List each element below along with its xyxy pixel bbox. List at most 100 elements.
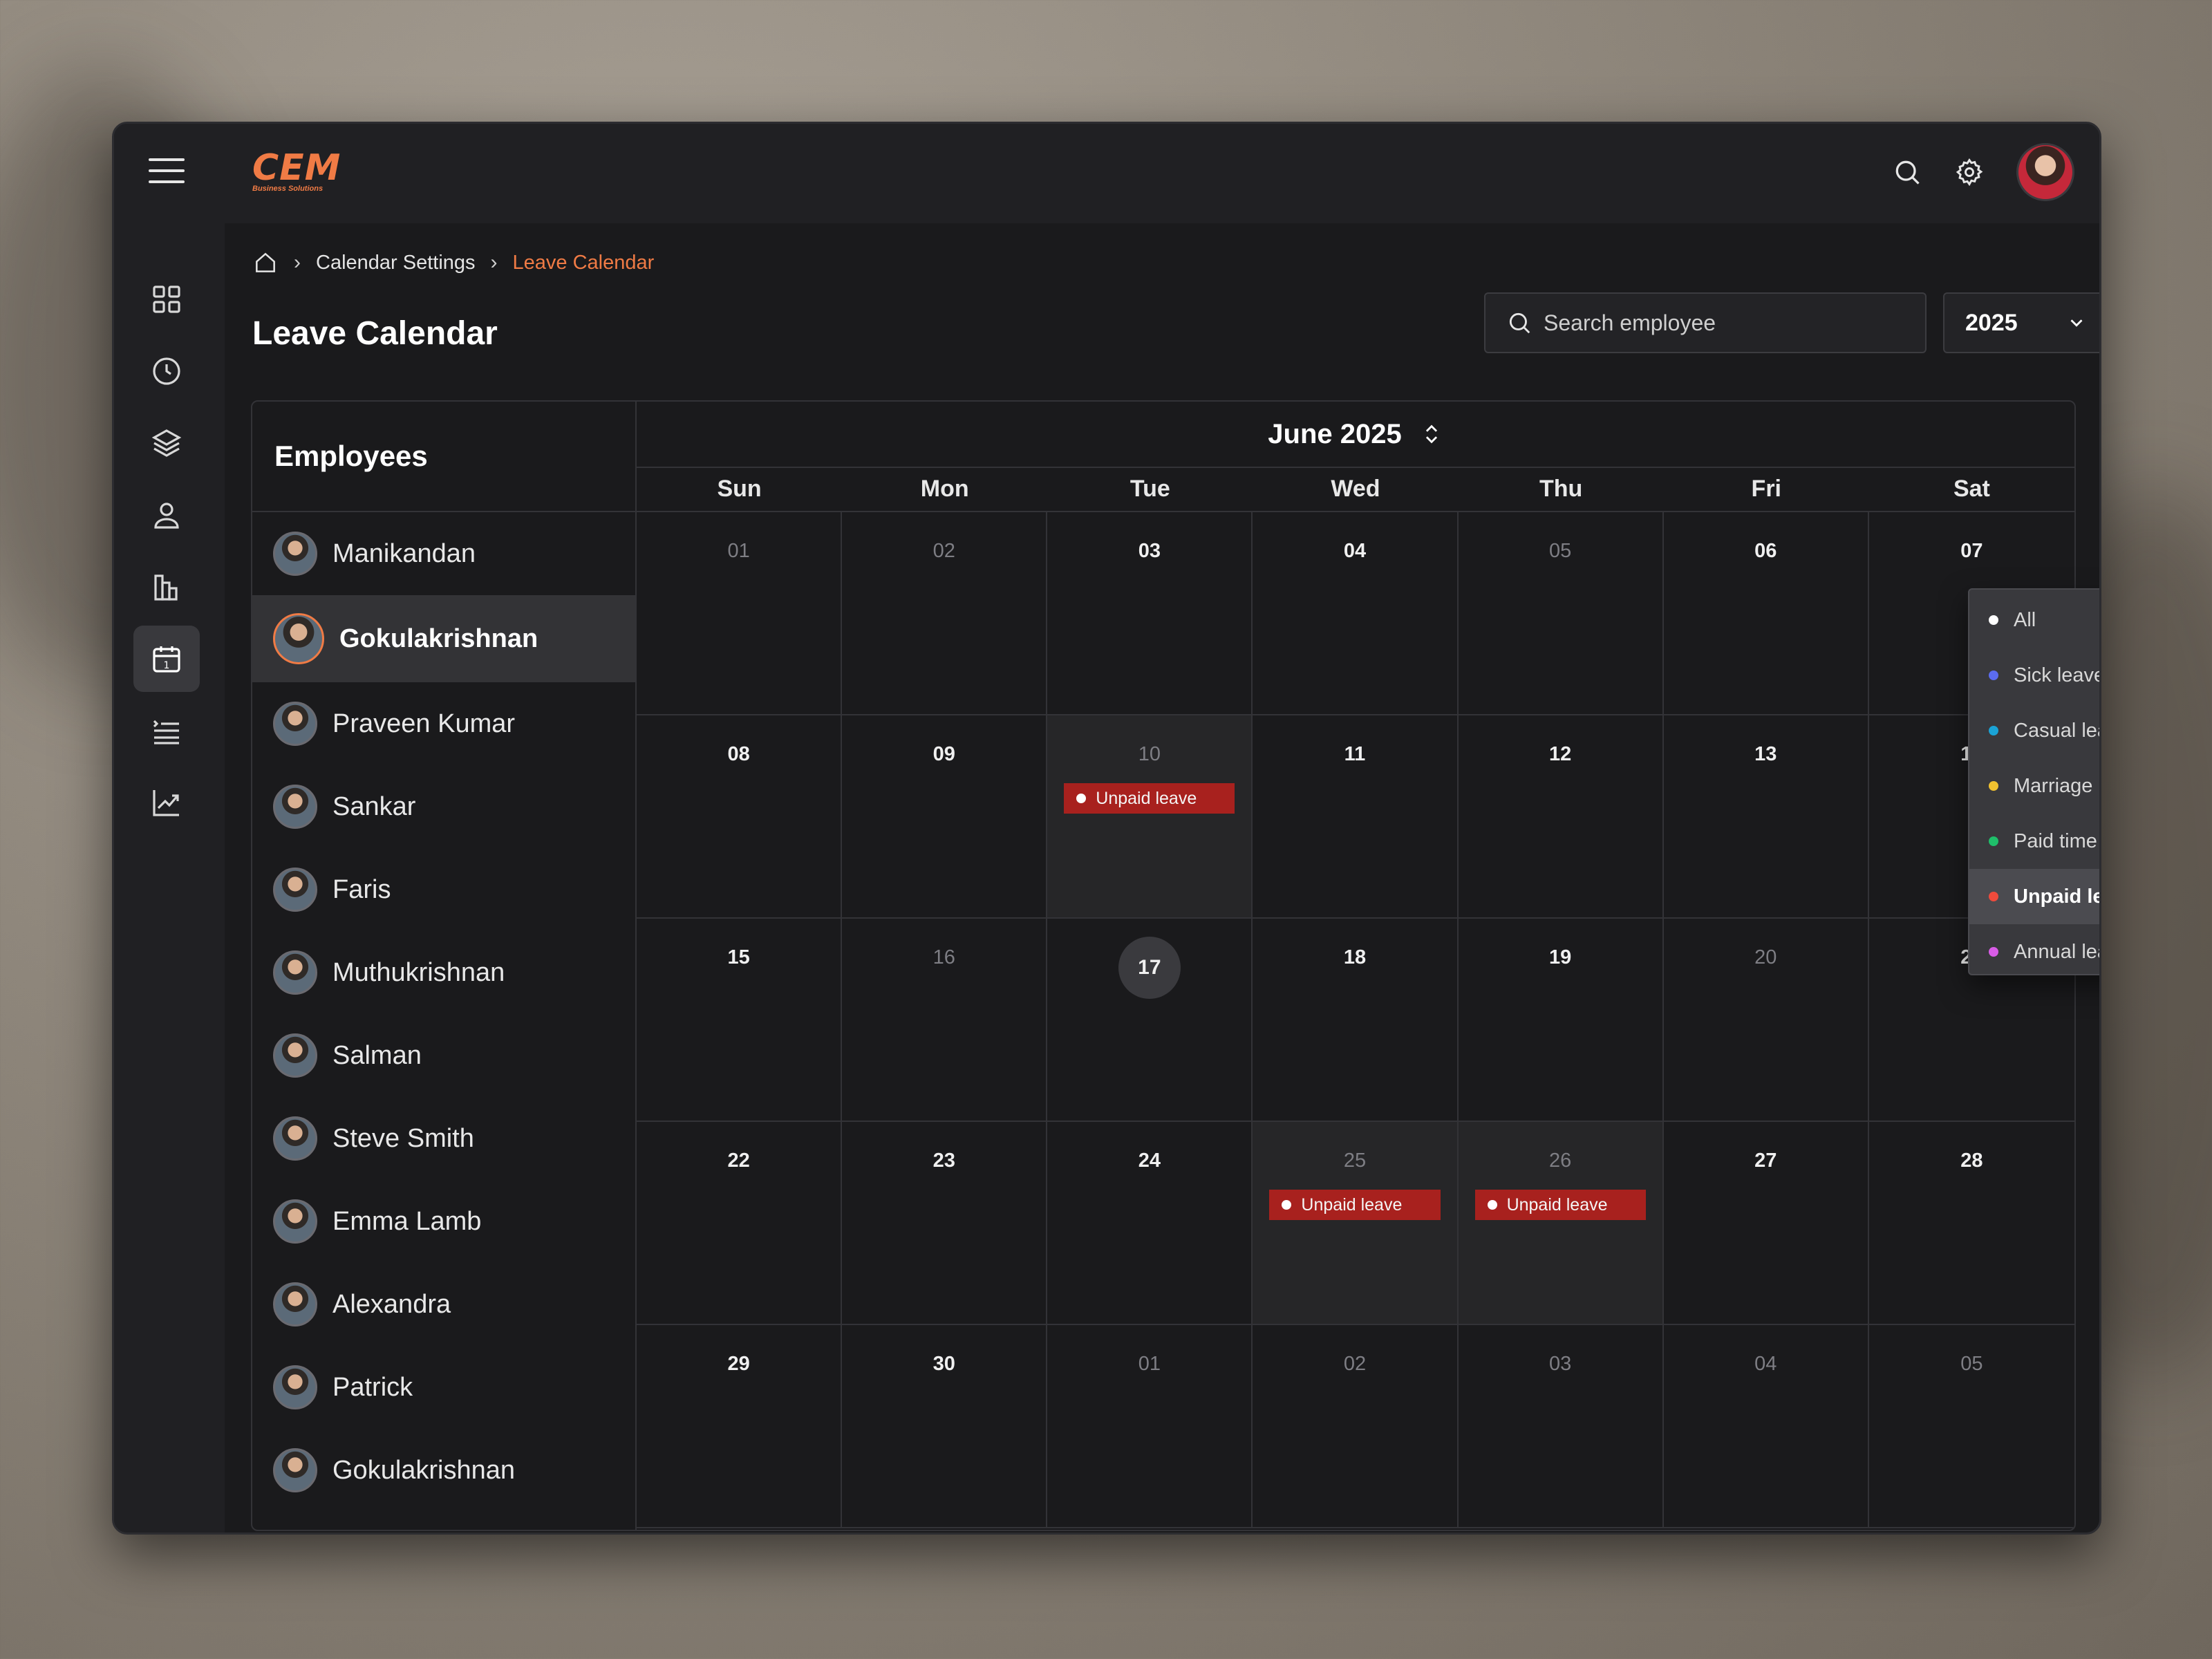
calendar-day[interactable]: 08 — [637, 715, 843, 919]
employee-row[interactable]: Alexandra — [252, 1263, 635, 1346]
employee-row[interactable]: Gokulakrishnan — [252, 595, 635, 682]
bar-chart-icon[interactable] — [133, 554, 200, 620]
leave-tag[interactable]: Unpaid leave — [1474, 1190, 1646, 1220]
dashboard-icon[interactable] — [133, 266, 200, 332]
calendar-day[interactable]: 10 Unpaid leave — [1047, 715, 1253, 919]
leave-tag[interactable]: Unpaid leave — [1064, 783, 1235, 814]
calendar-day[interactable]: 13 — [1663, 715, 1869, 919]
month-navigator: June 2025 — [637, 402, 2074, 468]
leave-tag-label: Unpaid leave — [1096, 788, 1197, 808]
leave-type-option[interactable]: Unpaid leave — [1969, 869, 2099, 924]
calendar-day[interactable]: 05 — [1868, 1325, 2074, 1528]
leave-calendar-card: Employees Manikandan Gokulakrishnan Pravee… — [251, 400, 2076, 1531]
list-icon[interactable] — [133, 697, 200, 764]
gear-icon[interactable] — [1954, 157, 1985, 187]
calendar-day[interactable]: 29 — [637, 1325, 843, 1528]
logo-text: CEM — [252, 147, 341, 189]
leave-type-option[interactable]: Casual leave — [1969, 703, 2099, 758]
avatar — [273, 1033, 317, 1078]
calendar-day[interactable]: 25 Unpaid leave — [1253, 1122, 1459, 1325]
calendar-day[interactable]: 01 — [637, 512, 843, 715]
calendar-day[interactable]: 28 — [1868, 1122, 2074, 1325]
main-content: › Calendar Settings › Leave Calendar Lea… — [225, 223, 2099, 1533]
calendar-day[interactable]: 11 — [1253, 715, 1459, 919]
leave-type-option[interactable]: All — [1969, 592, 2099, 648]
leave-dot — [1487, 1200, 1497, 1210]
breadcrumb-calendar-settings[interactable]: Calendar Settings — [316, 252, 476, 274]
employee-row[interactable]: Muthukrishnan — [252, 931, 635, 1014]
calendar-day[interactable]: 19 — [1458, 919, 1664, 1122]
leave-type-label: Annual leave — [2014, 940, 2099, 963]
day-number: 01 — [1138, 1353, 1161, 1375]
chevron-up-down-icon[interactable] — [1420, 422, 1443, 446]
calendar-day[interactable]: 03 — [1047, 512, 1253, 715]
user-avatar[interactable] — [2016, 143, 2074, 201]
calendar-day[interactable]: 02 — [1253, 1325, 1459, 1528]
employee-row[interactable]: Patrick — [252, 1346, 635, 1429]
calendar-day[interactable]: 04 — [1253, 512, 1459, 715]
calendar-day[interactable]: 06 — [1663, 512, 1869, 715]
employee-row[interactable]: Praveen Kumar — [252, 682, 635, 765]
calendar-day[interactable]: 18 — [1253, 919, 1459, 1122]
clock-icon[interactable] — [133, 338, 200, 404]
calendar-day[interactable]: 09 — [842, 715, 1048, 919]
leave-color-dot — [1989, 781, 1998, 791]
weekday-label: Mon — [920, 476, 969, 502]
employee-name: Praveen Kumar — [332, 709, 516, 738]
calendar-day[interactable]: 02 — [842, 512, 1048, 715]
calendar-day[interactable]: 26 Unpaid leave — [1458, 1122, 1664, 1325]
home-icon[interactable] — [252, 250, 279, 276]
calendar-day[interactable]: 27 — [1663, 1122, 1869, 1325]
avatar — [273, 1282, 317, 1327]
calendar-day[interactable]: 24 — [1047, 1122, 1253, 1325]
leave-type-label: Sick leave — [2014, 664, 2101, 686]
day-number: 28 — [1960, 1150, 1983, 1172]
search-icon[interactable] — [1892, 157, 1922, 187]
calendar-day[interactable]: 05 — [1458, 512, 1664, 715]
menu-icon[interactable] — [149, 158, 185, 189]
breadcrumb-leave-calendar[interactable]: Leave Calendar — [513, 252, 655, 274]
calendar-day[interactable]: 17 — [1047, 919, 1253, 1122]
day-number: 09 — [932, 743, 955, 765]
day-number: 10 — [1138, 743, 1161, 765]
employee-row[interactable]: Salman — [252, 1014, 635, 1097]
leave-type-label: Casual leave — [2014, 719, 2099, 742]
calendar-icon[interactable]: 1 — [133, 626, 200, 692]
calendar-day[interactable]: 01 — [1047, 1325, 1253, 1528]
employee-list-header: Employees — [252, 402, 635, 512]
layers-icon[interactable] — [133, 410, 200, 476]
calendar-day[interactable]: 03 — [1458, 1325, 1664, 1528]
calendar-day[interactable]: 15 — [637, 919, 843, 1122]
logo[interactable]: CEM Business Solutions — [252, 150, 341, 193]
leave-color-dot — [1989, 892, 1998, 901]
calendar-day[interactable]: 04 — [1663, 1325, 1869, 1528]
employee-row[interactable]: Sankar — [252, 765, 635, 848]
avatar — [273, 1365, 317, 1409]
employee-row[interactable]: Faris — [252, 848, 635, 931]
search-employee-box[interactable] — [1484, 292, 1927, 353]
leave-type-option[interactable]: Sick leave — [1969, 648, 2101, 703]
employee-name: Muthukrishnan — [332, 957, 505, 987]
leave-type-option[interactable]: Marriage leave — [1969, 758, 2099, 814]
calendar-day[interactable]: 22 — [637, 1122, 843, 1325]
leave-type-label: Unpaid leave — [2014, 885, 2099, 908]
leave-type-option[interactable]: Paid time off — [1969, 814, 2099, 869]
employee-row[interactable]: Gokulakrishnan — [252, 1429, 635, 1512]
calendar-day[interactable]: 16 — [842, 919, 1048, 1122]
search-employee-input[interactable] — [1544, 310, 1903, 336]
leave-color-dot — [1989, 671, 1998, 680]
trend-chart-icon[interactable] — [133, 769, 200, 836]
user-icon[interactable] — [133, 482, 200, 548]
calendar-day[interactable]: 20 — [1663, 919, 1869, 1122]
calendar-day[interactable]: 23 — [842, 1122, 1048, 1325]
chevron-right-icon: › — [490, 251, 498, 274]
calendar-day[interactable]: 30 — [842, 1325, 1048, 1528]
leave-type-option[interactable]: Annual leave — [1969, 924, 2099, 980]
leave-tag[interactable]: Unpaid leave — [1269, 1190, 1441, 1220]
year-select[interactable]: 2025 — [1943, 292, 2099, 353]
employee-row[interactable]: Manikandan — [252, 512, 635, 595]
employee-row[interactable]: Steve Smith — [252, 1097, 635, 1180]
calendar-day[interactable]: 12 — [1458, 715, 1664, 919]
day-number: 26 — [1549, 1150, 1572, 1172]
employee-row[interactable]: Emma Lamb — [252, 1180, 635, 1263]
